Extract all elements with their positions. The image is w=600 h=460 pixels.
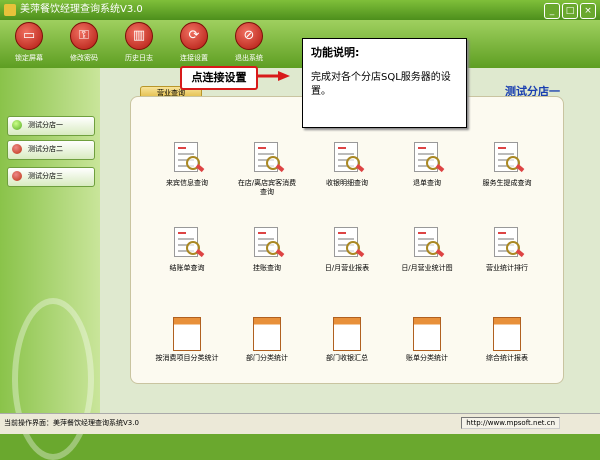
report-item[interactable]: 按消费项目分类统计 — [155, 317, 219, 363]
feature-description-tooltip: 功能说明: 完成对各个分店SQL服务器的设置。 — [302, 38, 467, 128]
query-item[interactable]: 退单查询 — [395, 142, 459, 188]
report-search-icon — [332, 142, 365, 176]
status-bar: 当前操作界面：美萍餐饮经理查询系统V3.0 http://www.mpsoft.… — [0, 413, 600, 434]
exit-system-button[interactable]: ⊘ 退出系统 — [224, 22, 274, 66]
report-icon — [333, 317, 361, 351]
arrow-right-icon — [258, 71, 290, 81]
lock-screen-button[interactable]: ▭ 锁定屏幕 — [4, 22, 54, 66]
branch-icon — [12, 171, 22, 181]
decorative-swirl — [12, 298, 94, 460]
report-item[interactable]: 账单分类统计 — [395, 317, 459, 363]
report-icon — [493, 317, 521, 351]
maximize-button[interactable]: □ — [562, 3, 578, 19]
app-window: 美萍餐饮经理查询系统V3.0 _ □ × ▭ 锁定屏幕 ⚿ 修改密码 ▥ 历史日志 ⟳… — [0, 0, 600, 460]
report-icon — [253, 317, 281, 351]
status-website: http://www.mpsoft.net.cn — [461, 417, 560, 429]
connection-settings-button[interactable]: ⟳ 连接设置 — [169, 22, 219, 66]
query-panel: 来宾信息查询 在店/离店宾客消费查询 收银明细查询 退单查询 服务生提成查询 结… — [130, 96, 564, 384]
report-search-icon — [252, 142, 285, 176]
branch-icon — [12, 144, 22, 154]
minimize-button[interactable]: _ — [544, 3, 560, 19]
app-icon — [4, 4, 16, 16]
title-bar: 美萍餐饮经理查询系统V3.0 _ □ × — [0, 0, 600, 20]
report-search-icon — [172, 142, 205, 176]
close-button[interactable]: × — [580, 3, 596, 19]
sidebar-item-branch-3[interactable]: 测试分店三 — [7, 167, 95, 187]
book-icon: ▥ — [125, 22, 153, 50]
report-search-icon — [332, 227, 365, 261]
query-item[interactable]: 日/月营业统计图 — [395, 227, 459, 273]
query-item[interactable]: 在店/离店宾客消费查询 — [235, 142, 299, 197]
report-item[interactable]: 综合统计报表 — [475, 317, 539, 363]
toolbar: ▭ 锁定屏幕 ⚿ 修改密码 ▥ 历史日志 ⟳ 连接设置 ⊘ 退出系统 — [0, 20, 600, 68]
sidebar-item-branch-2[interactable]: 测试分店二 — [7, 140, 95, 160]
key-icon: ⚿ — [70, 22, 98, 50]
query-item[interactable]: 来宾信息查询 — [155, 142, 219, 188]
report-item[interactable]: 部门收银汇总 — [315, 317, 379, 363]
query-item[interactable]: 营业统计排行 — [475, 227, 539, 273]
instruction-callout: 点连接设置 — [180, 66, 258, 90]
history-log-button[interactable]: ▥ 历史日志 — [114, 22, 164, 66]
report-search-icon — [172, 227, 205, 261]
report-search-icon — [412, 142, 445, 176]
query-item[interactable]: 日/月营业报表 — [315, 227, 379, 273]
tooltip-body: 完成对各个分店SQL服务器的设置。 — [311, 72, 451, 97]
report-icon — [413, 317, 441, 351]
tooltip-heading: 功能说明: — [311, 46, 360, 59]
query-item[interactable]: 结账单查询 — [155, 227, 219, 273]
report-search-icon — [492, 227, 525, 261]
query-item[interactable]: 收银明细查询 — [315, 142, 379, 188]
window-title: 美萍餐饮经理查询系统V3.0 — [20, 4, 143, 15]
status-current-screen: 当前操作界面：美萍餐饮经理查询系统V3.0 — [4, 419, 139, 427]
report-search-icon — [492, 142, 525, 176]
report-icon — [173, 317, 201, 351]
report-search-icon — [412, 227, 445, 261]
branch-icon — [12, 120, 22, 130]
sidebar-item-branch-1[interactable]: 测试分店一 — [7, 116, 95, 136]
report-item[interactable]: 部门分类统计 — [235, 317, 299, 363]
branch-sidebar: 测试分店一 测试分店二 测试分店三 — [0, 68, 100, 460]
monitor-icon: ▭ — [15, 22, 43, 50]
report-search-icon — [252, 227, 285, 261]
query-item[interactable]: 服务生提成查询 — [475, 142, 539, 188]
query-item[interactable]: 挂账查询 — [235, 227, 299, 273]
change-password-button[interactable]: ⚿ 修改密码 — [59, 22, 109, 66]
connect-icon: ⟳ — [180, 22, 208, 50]
exit-icon: ⊘ — [235, 22, 263, 50]
